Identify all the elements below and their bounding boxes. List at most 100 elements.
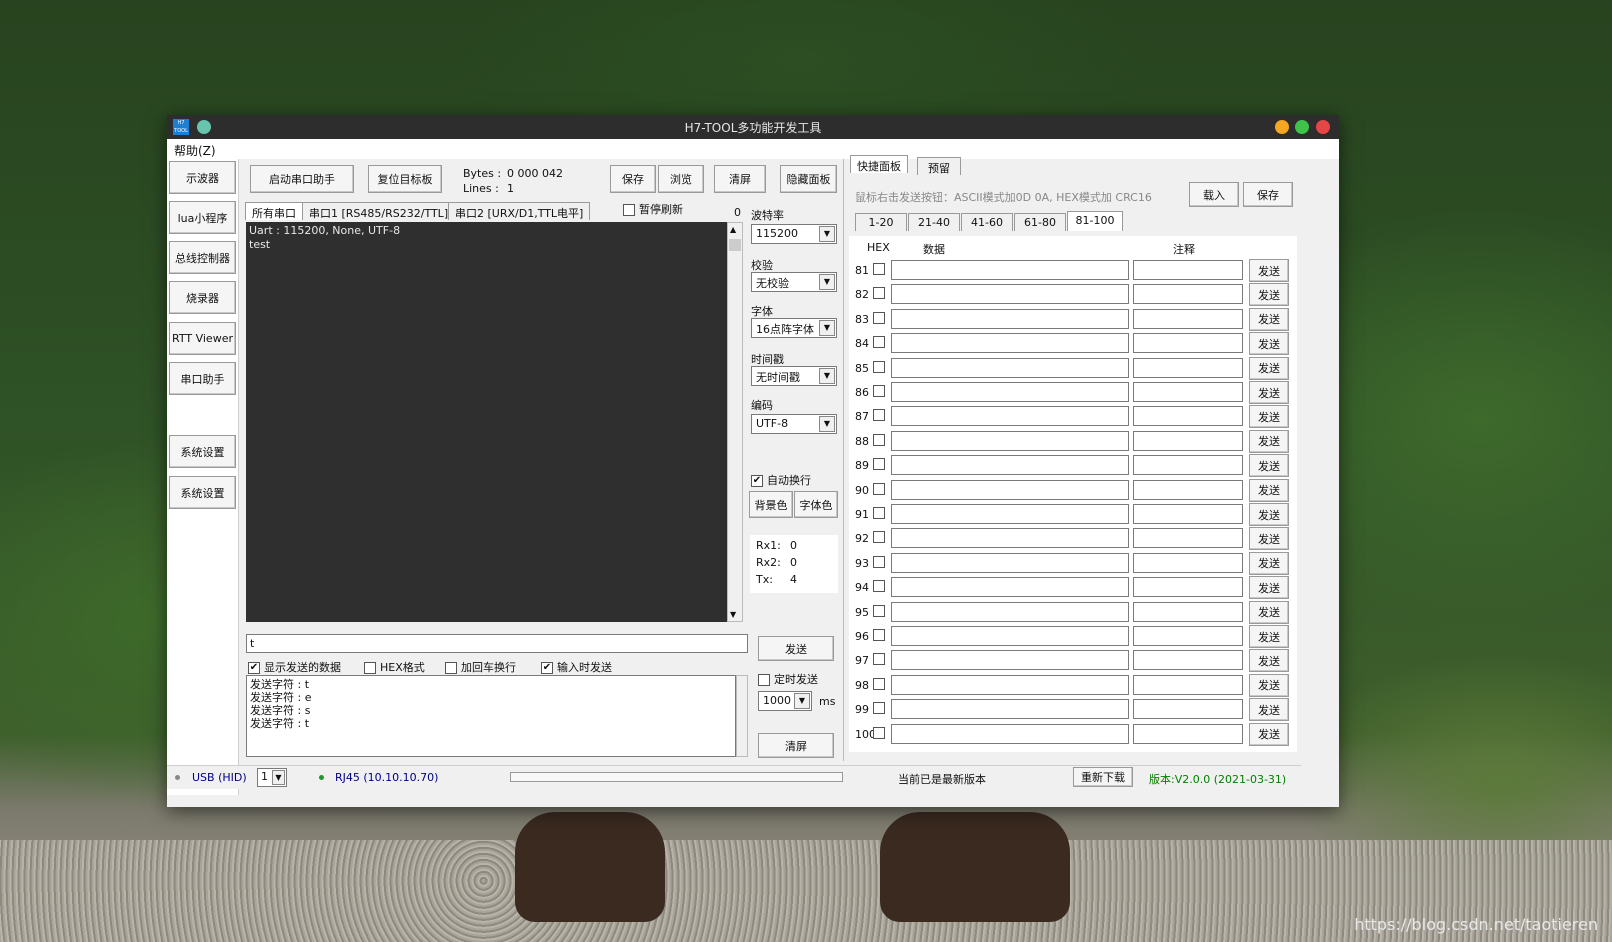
data-input[interactable] [891,723,1129,744]
note-input[interactable] [1133,650,1243,671]
timer-send-checkbox[interactable]: 定时发送 [758,671,818,687]
note-input[interactable] [1133,333,1243,354]
data-input[interactable] [891,382,1129,402]
note-input[interactable] [1133,723,1243,744]
hex-checkbox[interactable] [873,360,885,373]
row-send-button[interactable]: 发送 [1249,527,1289,551]
font-color-button[interactable]: 字体色 [794,491,838,518]
row-send-button[interactable]: 发送 [1249,283,1289,307]
page-tab-81-100[interactable]: 81-100 [1067,211,1123,231]
tab-reserved[interactable]: 预留 [917,157,961,175]
row-send-button[interactable]: 发送 [1249,722,1289,746]
tab-quick-panel[interactable]: 快捷面板 [850,155,908,173]
hex-checkbox[interactable] [873,604,885,617]
scroll-down-icon[interactable]: ▼ [730,610,736,619]
page-tab-61-80[interactable]: 61-80 [1014,213,1066,231]
page-tab-21-40[interactable]: 21-40 [908,213,960,231]
note-input[interactable] [1133,406,1243,427]
data-input[interactable] [891,528,1129,549]
sidebar-item-programmer[interactable]: 烧录器 [169,281,236,314]
chevron-down-icon[interactable]: ▼ [819,226,835,242]
row-send-button[interactable]: 发送 [1249,332,1289,356]
data-input[interactable] [891,601,1129,622]
row-send-button[interactable]: 发送 [1249,478,1289,502]
send-button[interactable]: 发送 [758,636,834,661]
note-input[interactable] [1133,699,1243,720]
sidebar-item-bus-controller[interactable]: 总线控制器 [169,241,236,274]
title-bar[interactable]: H7 TOOL H7-TOOL多功能开发工具 [167,115,1339,139]
minimize-button[interactable] [1275,120,1289,134]
row-send-button[interactable]: 发送 [1249,649,1289,673]
data-input[interactable] [891,308,1129,329]
hex-checkbox[interactable] [873,555,885,568]
row-send-button[interactable]: 发送 [1249,356,1289,380]
note-input[interactable] [1133,479,1243,500]
chevron-down-icon[interactable]: ▼ [819,320,835,336]
background-color-button[interactable]: 背景色 [749,491,793,518]
sidebar-item-lua-app[interactable]: lua小程序 [169,201,236,234]
note-input[interactable] [1133,284,1243,305]
tab-port2[interactable]: 串口2 [URX/D1,TTL电平] [448,202,591,220]
hex-checkbox[interactable] [873,263,885,275]
row-send-button[interactable]: 发送 [1249,405,1289,429]
hex-checkbox[interactable] [873,677,885,690]
chevron-down-icon[interactable]: ▼ [794,693,810,709]
hex-checkbox[interactable] [873,336,885,349]
row-send-button[interactable]: 发送 [1249,698,1289,722]
hex-checkbox[interactable] [873,507,885,519]
auto-wrap-checkbox[interactable]: ✔ 自动换行 [751,472,811,488]
row-send-button[interactable]: 发送 [1249,503,1289,526]
row-send-button[interactable]: 发送 [1249,429,1289,453]
tab-port1[interactable]: 串口1 [RS485/RS232/TTL] [302,202,456,220]
scroll-thumb[interactable] [729,239,741,251]
data-input[interactable] [891,650,1129,671]
data-input[interactable] [891,552,1129,573]
log-scrollbar[interactable] [736,675,748,757]
pause-refresh-checkbox[interactable]: 暂停刷新 [623,201,683,217]
data-input[interactable] [891,479,1129,500]
data-input[interactable] [891,577,1129,598]
row-send-button[interactable]: 发送 [1249,454,1289,478]
row-send-button[interactable]: 发送 [1249,381,1289,404]
note-input[interactable] [1133,260,1243,280]
note-input[interactable] [1133,504,1243,524]
load-button[interactable]: 载入 [1189,182,1239,207]
chevron-down-icon[interactable]: ▼ [819,368,835,384]
hex-checkbox[interactable] [873,629,885,641]
scroll-up-icon[interactable]: ▲ [730,225,736,234]
hex-checkbox[interactable] [873,458,885,471]
hex-checkbox[interactable] [873,385,885,397]
note-input[interactable] [1133,577,1243,598]
note-input[interactable] [1133,357,1243,378]
sidebar-item-settings[interactable]: 系统设置 [169,435,236,468]
hex-checkbox[interactable] [873,531,885,544]
sidebar-item-lua-assistant[interactable]: 系统设置 [169,476,236,509]
browse-button[interactable]: 浏览 [658,165,704,193]
redownload-button[interactable]: 重新下载 [1073,767,1133,787]
note-input[interactable] [1133,308,1243,329]
chevron-down-icon[interactable]: ▼ [272,770,285,785]
timestamp-select[interactable]: 无时间戳 ▼ [751,366,837,386]
hex-checkbox[interactable] [873,409,885,422]
data-input[interactable] [891,406,1129,427]
encoding-select[interactable]: UTF-8 ▼ [751,414,837,434]
start-serial-button[interactable]: 启动串口助手 [250,165,354,193]
hex-checkbox[interactable] [873,702,885,715]
send-log[interactable]: 发送字符 : t 发送字符 : e 发送字符 : s 发送字符 : t [246,675,736,757]
baud-select[interactable]: 115200 ▼ [751,224,837,244]
add-crlf-checkbox[interactable]: 加回车换行 [445,659,516,675]
hex-checkbox[interactable] [873,653,885,666]
interval-select[interactable]: 1000 ▼ [758,691,812,711]
hex-checkbox[interactable] [873,580,885,593]
page-tab-1-20[interactable]: 1-20 [855,213,907,231]
terminal-output[interactable]: Uart : 115200, None, UTF-8 test [246,222,727,622]
send-on-input-checkbox[interactable]: ✔ 输入时发送 [541,659,612,675]
row-send-button[interactable]: 发送 [1249,673,1289,697]
usb-index-select[interactable]: 1 ▼ [257,768,287,787]
close-button[interactable] [1316,120,1330,134]
chevron-down-icon[interactable]: ▼ [819,274,835,290]
note-input[interactable] [1133,430,1243,451]
send-input[interactable]: t [246,634,748,653]
data-input[interactable] [891,333,1129,354]
maximize-button[interactable] [1295,120,1309,134]
